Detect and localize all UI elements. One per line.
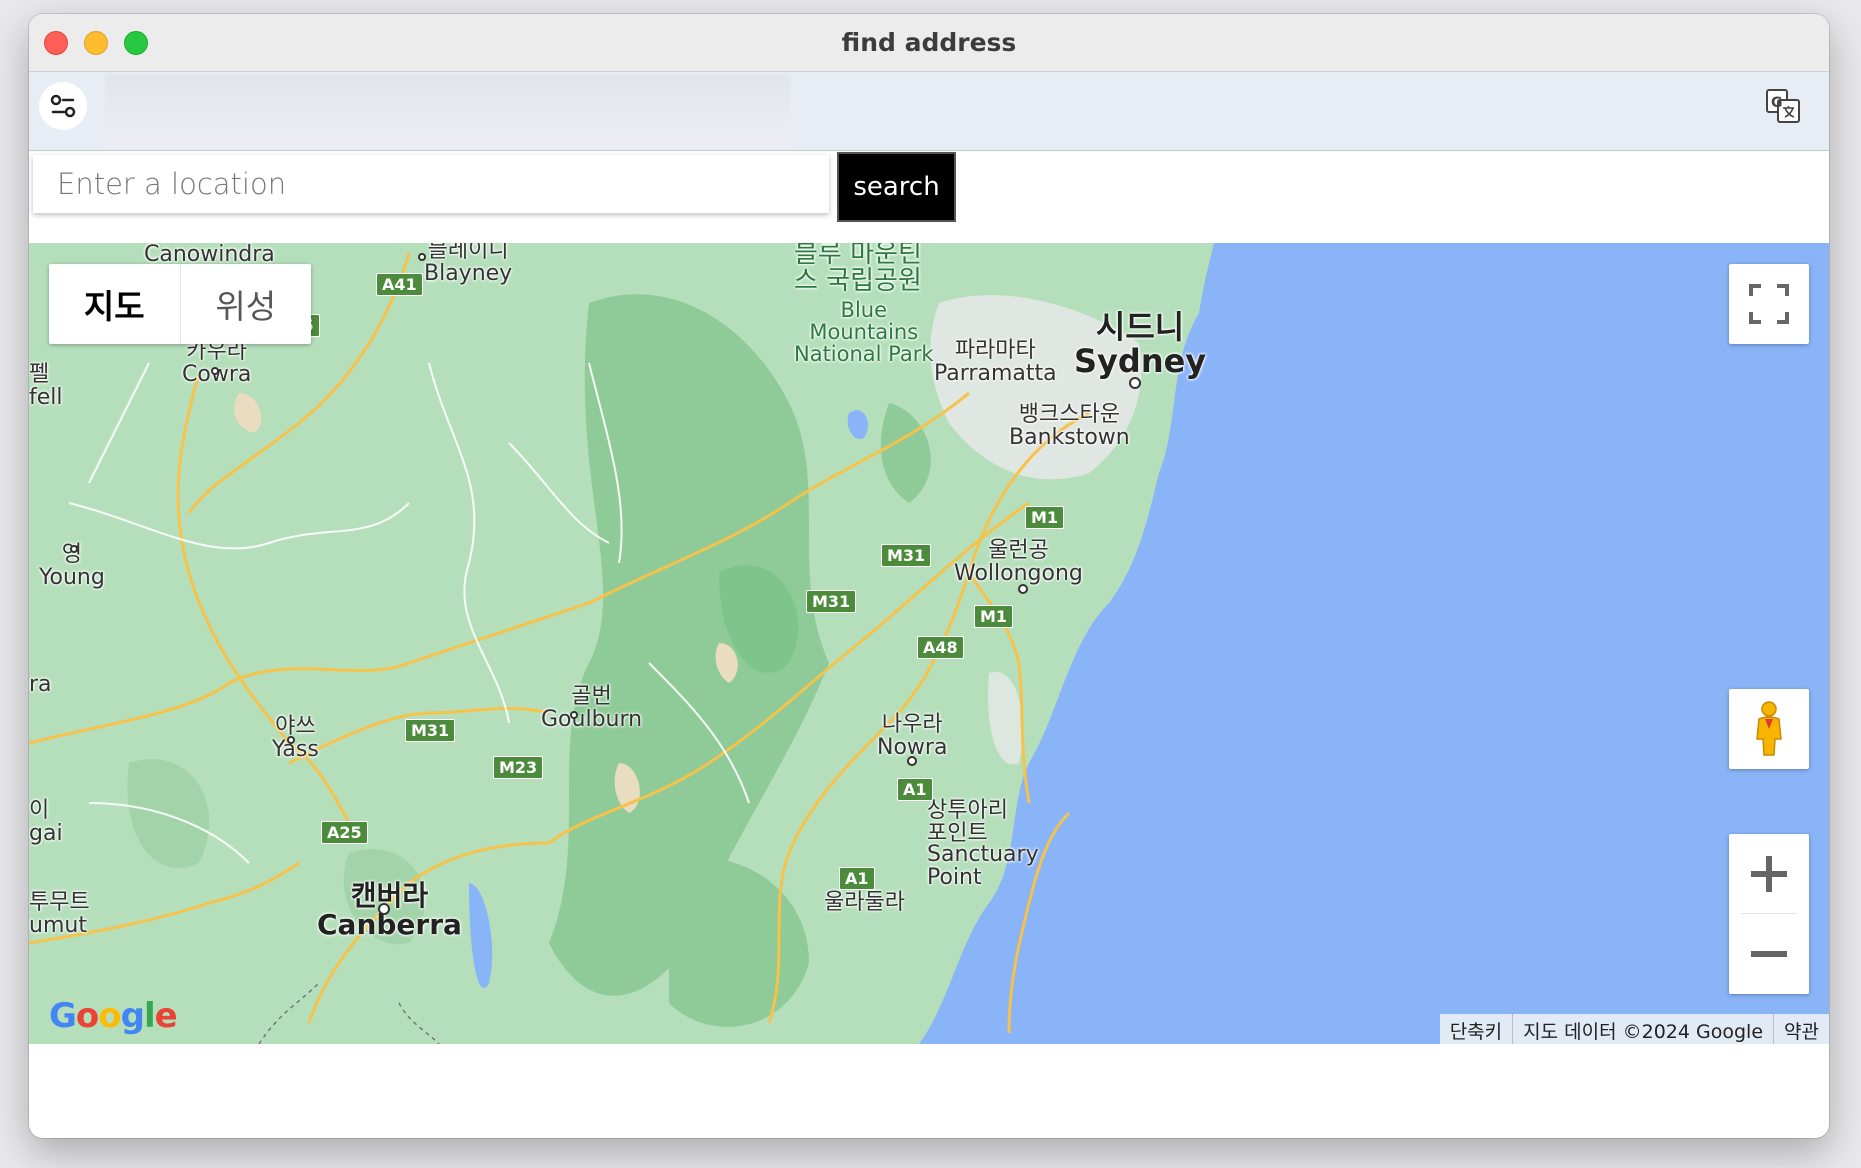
road-shield: M31 <box>806 590 857 613</box>
svg-text:G: G <box>1771 95 1783 111</box>
place-label-blayney: 블레이니 Blayney <box>424 243 513 287</box>
page-footer-area <box>29 1044 1829 1138</box>
place-label-gai: 이 gai <box>29 798 63 847</box>
place-label-nowra: 나우라 Nowra <box>877 712 948 761</box>
zoom-control <box>1729 834 1809 994</box>
zoom-out-button[interactable] <box>1729 914 1809 994</box>
window-title: find address <box>841 28 1017 57</box>
location-input[interactable] <box>33 155 829 213</box>
map-type-control: 지도 위성 <box>49 264 311 344</box>
map-type-roadmap-tab[interactable]: 지도 <box>49 264 180 344</box>
map-attribution: 단축키 지도 데이터 ©2024 Google 약관 <box>1439 1014 1829 1044</box>
title-bar: find address <box>29 14 1829 72</box>
fullscreen-button[interactable] <box>1729 264 1809 344</box>
minus-icon <box>1751 951 1787 957</box>
road-shield: A1 <box>839 867 875 890</box>
place-label-bluemountains: Blue Mountains National Park <box>794 298 934 367</box>
tune-button[interactable] <box>39 82 87 130</box>
toolbar: G <box>29 72 1829 151</box>
road-shield: A1 <box>897 778 933 801</box>
place-label-canowindra: Canowindra <box>144 243 275 267</box>
place-label-tumut: 투무트 umut <box>29 890 90 939</box>
place-label-young: 영 Young <box>39 542 105 591</box>
terms-link[interactable]: 약관 <box>1773 1014 1829 1044</box>
road-shield: M31 <box>881 544 932 567</box>
place-label-forbes: 펠 fell <box>29 362 63 411</box>
map-view[interactable]: Canowindra 블레이니 Blayney 카우라 Cowra 펠 fell 영Y… <box>29 243 1829 1044</box>
map-type-satellite-tab[interactable]: 위성 <box>179 264 312 344</box>
road-shield: A48 <box>917 636 964 659</box>
search-button[interactable]: search <box>837 152 956 222</box>
road-shield: M31 <box>405 719 456 742</box>
place-label-cowra: 카우라 Cowra <box>182 339 252 388</box>
place-label-wollongong: 울런공 Wollongong <box>954 538 1083 587</box>
translate-button[interactable]: G <box>1765 88 1801 124</box>
plus-icon <box>1751 856 1787 892</box>
keyboard-shortcuts-link[interactable]: 단축키 <box>1440 1014 1512 1044</box>
place-label-bankstown: 뱅크스타운 Bankstown <box>1009 402 1130 451</box>
app-window: find address G search <box>29 14 1829 1138</box>
place-label-sydney: 시드니 Sydney <box>1074 308 1207 380</box>
road-shield: A41 <box>376 273 423 296</box>
blurred-region <box>105 74 790 148</box>
place-label-yass: 야쓰 Yass <box>272 714 319 763</box>
place-label-canberra: 캔버라 Canberra <box>317 879 462 942</box>
pegman-icon <box>1756 701 1782 756</box>
road-shield: M23 <box>493 756 544 779</box>
road-shield: A25 <box>321 821 368 844</box>
search-row: search <box>29 151 1829 256</box>
road-shield: M1 <box>974 605 1014 628</box>
tune-icon <box>50 94 76 118</box>
map-data-attribution: 지도 데이터 ©2024 Google <box>1512 1014 1773 1044</box>
place-label-sanctuary-ko: 상투아리 포인트 <box>927 798 1008 847</box>
fullscreen-icon <box>1749 284 1789 324</box>
place-label-goulburn: 골번 Goulburn <box>541 684 643 733</box>
translate-icon: G <box>1766 89 1800 123</box>
place-label-sanctuary: Sanctuary Point <box>927 842 1039 891</box>
place-label-ulladulla: 울라둘라 <box>824 890 905 915</box>
road-shield: M1 <box>1025 506 1065 529</box>
zoom-in-button[interactable] <box>1729 834 1809 914</box>
google-logo[interactable]: Google <box>49 996 178 1036</box>
place-label-ra: ra <box>29 672 52 697</box>
place-label-parramatta: 파라마타 Parramatta <box>934 338 1057 387</box>
street-view-button[interactable] <box>1729 689 1809 769</box>
place-label-bluemountains-ko: 블루 마운틴 스 국립공원 <box>794 243 922 297</box>
